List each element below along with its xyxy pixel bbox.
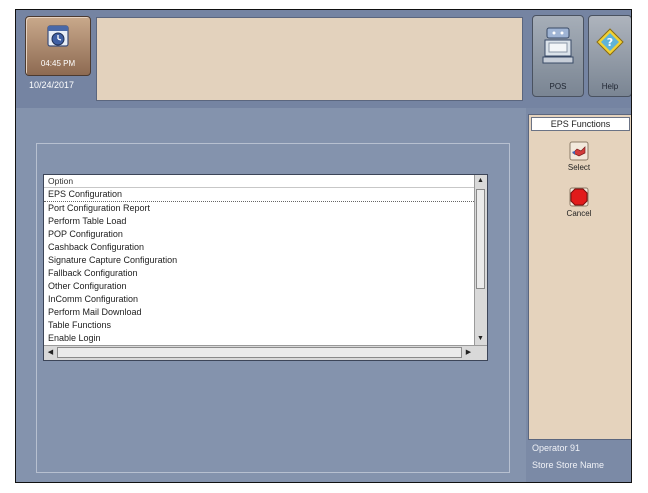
pos-button-label: POS <box>549 82 567 91</box>
help-button-label: Help <box>601 82 619 91</box>
list-item[interactable]: EPS Configuration <box>44 188 474 202</box>
option-rows: EPS Configuration Port Configuration Rep… <box>44 188 474 345</box>
pos-terminal-icon <box>542 27 574 64</box>
panel-title: EPS Functions <box>531 117 630 131</box>
option-list[interactable]: Option EPS Configuration Port Configurat… <box>43 174 488 361</box>
scroll-up-arrow-icon[interactable]: ▲ <box>475 176 486 186</box>
horizontal-scrollbar[interactable]: ◀ ▶ <box>44 345 487 360</box>
svg-text:?: ? <box>607 36 613 49</box>
list-item[interactable]: Table Functions <box>44 319 474 332</box>
list-item[interactable]: InComm Configuration <box>44 293 474 306</box>
scroll-left-arrow-icon[interactable]: ◀ <box>45 348 56 358</box>
options-panel: Option EPS Configuration Port Configurat… <box>36 143 510 473</box>
list-item[interactable]: POP Configuration <box>44 228 474 241</box>
date-display: 10/24/2017 <box>29 80 75 90</box>
cancel-button[interactable]: Cancel <box>559 187 599 227</box>
message-area <box>96 17 523 101</box>
help-button[interactable]: ? Help <box>588 15 631 97</box>
top-right-toolbar: POS ? Help <box>528 10 631 108</box>
list-item[interactable]: Signature Capture Configuration <box>44 254 474 267</box>
list-item[interactable]: Fallback Configuration <box>44 267 474 280</box>
pos-button[interactable]: POS <box>532 15 584 97</box>
scroll-down-arrow-icon[interactable]: ▼ <box>475 334 486 344</box>
store-name-label: Store Store Name <box>532 460 605 470</box>
eps-functions-panel: EPS Functions Select Cancel <box>528 114 631 440</box>
top-bar: 04:45 PM 10/24/2017 <box>16 10 531 108</box>
select-button[interactable]: Select <box>559 141 599 181</box>
list-item[interactable]: Enable Login <box>44 332 474 345</box>
stop-icon <box>569 187 589 207</box>
clock-time: 04:45 PM <box>40 59 76 68</box>
list-item[interactable]: Other Configuration <box>44 280 474 293</box>
cancel-label: Cancel <box>566 209 592 218</box>
vertical-scrollbar[interactable]: ▲ ▼ <box>474 175 487 345</box>
scroll-right-arrow-icon[interactable]: ▶ <box>463 348 474 358</box>
list-item[interactable]: Perform Mail Download <box>44 306 474 319</box>
list-item[interactable]: Perform Table Load <box>44 215 474 228</box>
select-label: Select <box>567 163 591 172</box>
clock-button[interactable]: 04:45 PM <box>25 16 91 76</box>
status-footer: Operator 91 Store Store Name <box>528 440 631 482</box>
help-diamond-icon: ? <box>596 28 624 56</box>
list-item[interactable]: Port Configuration Report <box>44 202 474 215</box>
pos-window: 04:45 PM 10/24/2017 POS ? Help Option EP… <box>15 9 632 483</box>
vertical-scroll-thumb[interactable] <box>476 189 485 289</box>
horizontal-scroll-thumb[interactable] <box>57 347 462 358</box>
operator-label: Operator 91 <box>532 443 581 453</box>
option-column-header[interactable]: Option <box>44 175 478 188</box>
select-hand-icon <box>569 141 589 161</box>
calendar-clock-icon <box>47 25 69 47</box>
work-area: Option EPS Configuration Port Configurat… <box>16 108 526 482</box>
list-item[interactable]: Cashback Configuration <box>44 241 474 254</box>
